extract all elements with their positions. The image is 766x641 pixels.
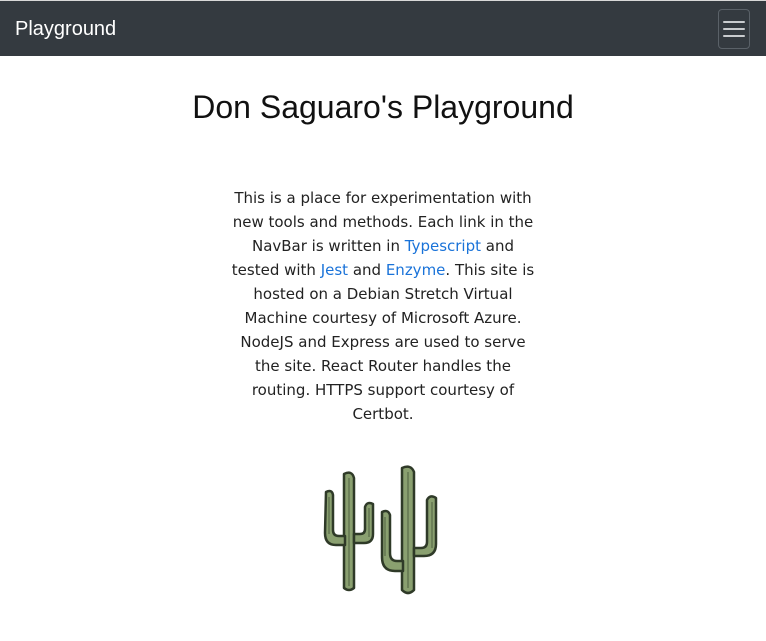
intro-paragraph: This is a place for experimentation with… — [226, 186, 540, 426]
navbar-brand-link[interactable]: Playground — [15, 17, 116, 41]
jest-link[interactable]: Jest — [321, 261, 348, 279]
navbar-toggler-button[interactable] — [718, 9, 750, 49]
typescript-link[interactable]: Typescript — [405, 237, 481, 255]
saguaro-cactus-icon — [316, 462, 446, 597]
top-navbar: Playground — [0, 0, 766, 56]
intro-text-3: and — [348, 261, 386, 279]
intro-text-4: . This site is hosted on a Debian Stretc… — [240, 261, 535, 423]
page-title: Don Saguaro's Playground — [192, 89, 574, 125]
enzyme-link[interactable]: Enzyme — [386, 261, 446, 279]
